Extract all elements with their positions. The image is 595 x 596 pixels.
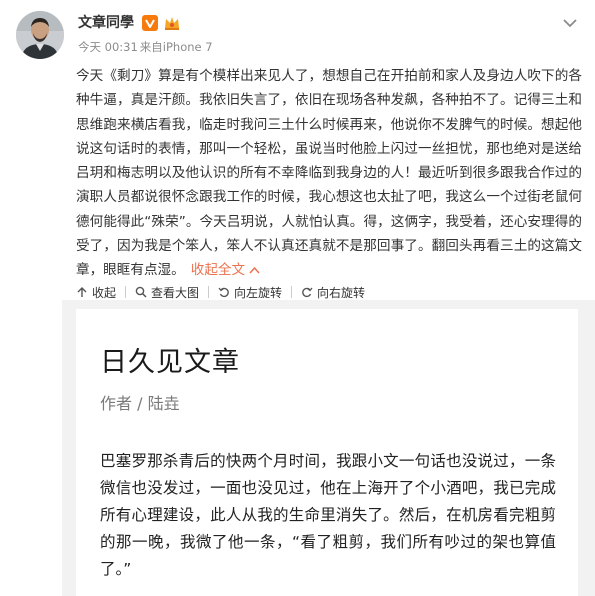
collapse-image-label: 收起: [92, 285, 117, 300]
post-text-content: 今天《剩刀》算是有个模样出来见人了，想想自己在开拍前和家人及身边人吹下的各种牛逼…: [76, 68, 582, 279]
verified-v-icon: [142, 15, 158, 31]
rotate-left-button[interactable]: 向左旋转: [218, 284, 282, 301]
chevron-down-icon[interactable]: [562, 14, 578, 28]
rotate-right-label: 向右旋转: [317, 285, 366, 300]
article-image[interactable]: 日久见文章 作者 / 陆垚 巴塞罗那杀青后的快两个月时间，我跟小文一句话也没说过…: [76, 309, 578, 596]
magnifier-icon: [135, 286, 147, 298]
toolbar-divider: [291, 286, 293, 298]
rotate-left-icon: [218, 287, 229, 298]
article-title: 日久见文章: [100, 347, 240, 378]
post-meta: 今天 00:31 来自iPhone 7: [78, 39, 213, 55]
arrow-up-icon: [77, 287, 87, 297]
post-time[interactable]: 今天 00:31: [78, 40, 138, 54]
collapse-image-button[interactable]: 收起: [76, 284, 116, 301]
rotate-right-icon: [302, 287, 313, 298]
avatar-image: [16, 11, 64, 59]
view-large-image-label: 查看大图: [151, 285, 200, 300]
author-row: 文章同學: [78, 13, 181, 33]
post-source: 来自iPhone 7: [139, 40, 213, 54]
post-header: 文章同學 今天 00:31 来自iPhone 7: [0, 0, 595, 62]
author-name[interactable]: 文章同學: [78, 13, 134, 33]
toolbar-divider: [125, 286, 127, 298]
post-text: 今天《剩刀》算是有个模样出来见人了，想想自己在开拍前和家人及身边人吹下的各种牛逼…: [76, 64, 582, 283]
collapse-full-text-link[interactable]: 收起全文: [191, 262, 260, 278]
avatar[interactable]: [16, 11, 64, 59]
article-body: 巴塞罗那杀青后的快两个月时间，我跟小文一句话也没说过，一条微信也没发过，一面也没…: [100, 452, 556, 578]
image-toolbar: 收起 查看大图 向左旋转 向右旋转: [76, 282, 365, 302]
rotate-left-label: 向左旋转: [234, 285, 283, 300]
view-large-image-button[interactable]: 查看大图: [135, 284, 199, 301]
collapse-full-text-label: 收起全文: [190, 262, 246, 279]
toolbar-divider: [208, 286, 210, 298]
chevron-up-icon: [249, 267, 260, 274]
rotate-right-button[interactable]: 向右旋转: [301, 284, 365, 301]
member-crown-icon[interactable]: [163, 15, 181, 31]
article-byline: 作者 / 陆垚: [100, 394, 180, 413]
